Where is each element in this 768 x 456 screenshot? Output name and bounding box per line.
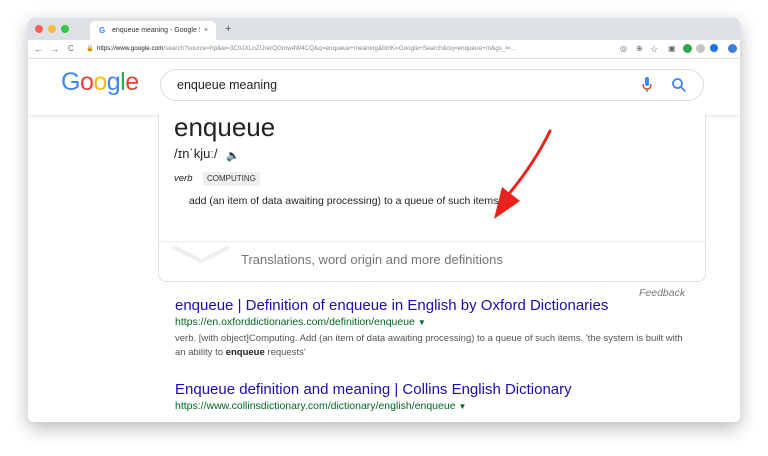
zoom-icon[interactable]: ⊕ [636, 40, 643, 58]
result-url[interactable]: https://en.oxforddictionaries.com/defini… [175, 316, 687, 328]
result-url-text: https://en.oxforddictionaries.com/defini… [175, 316, 415, 328]
dropdown-triangle-icon[interactable]: ▼ [418, 318, 426, 327]
search-input[interactable]: enqueue meaning [177, 70, 277, 100]
minimize-window-button[interactable] [48, 25, 56, 33]
address-bar[interactable]: 🔒 https://www.google.com/search?source=hp… [86, 43, 616, 55]
lock-icon: 🔒 [86, 45, 94, 52]
search-result: enqueue | Definition of enqueue in Engli… [175, 297, 687, 360]
extension-green-icon[interactable] [683, 44, 692, 53]
snippet-text-end: requests' [264, 347, 306, 358]
microphone-icon[interactable] [642, 77, 652, 93]
definition-text: add (an item of data awaiting processing… [189, 195, 502, 207]
search-box[interactable]: enqueue meaning [160, 69, 704, 101]
tab-google-search[interactable]: G enqueue meaning - Google Se... × [90, 21, 216, 40]
google-favicon-icon: G [99, 26, 106, 35]
search-icon[interactable] [671, 77, 687, 93]
chevron-down-icon [172, 245, 230, 264]
profile-avatar[interactable] [728, 44, 737, 53]
url-path: /search?source=hp&ei=3C0JXLnZIJrerQGmw4W… [163, 45, 516, 52]
logo-letter: g [106, 68, 121, 96]
dictionary-card: enqueue /ɪnˈkjuː/ 🔈 verb COMPUTING add (… [158, 112, 706, 282]
logo-letter: o [93, 68, 107, 96]
url-host: https://www.google.com [96, 45, 164, 52]
close-window-button[interactable] [35, 25, 43, 33]
browser-toolbar: ← → C 🔒 https://www.google.com/search?sou… [28, 40, 740, 59]
search-result: Enqueue definition and meaning | Collins… [175, 381, 572, 412]
extension-icon[interactable]: ▣ [668, 40, 676, 58]
result-title-link[interactable]: Enqueue definition and meaning | Collins… [175, 381, 572, 398]
domain-label: COMPUTING [203, 172, 260, 186]
result-url[interactable]: https://www.collinsdictionary.com/dictio… [175, 400, 572, 412]
maximize-window-button[interactable] [61, 25, 69, 33]
result-snippet: verb. [with object]Computing. Add (an it… [175, 332, 687, 360]
logo-letter: e [125, 68, 139, 96]
tab-title: enqueue meaning - Google Se... [112, 27, 200, 34]
logo-letter: o [79, 68, 94, 96]
speaker-icon[interactable]: 🔈 [226, 149, 240, 162]
snippet-highlight: enqueue [225, 347, 265, 358]
forward-icon[interactable]: → [50, 40, 59, 58]
browser-window: G enqueue meaning - Google Se... × + ← →… [28, 18, 740, 422]
part-of-speech: verb [174, 173, 193, 184]
result-title-link[interactable]: enqueue | Definition of enqueue in Engli… [175, 297, 687, 314]
dropdown-triangle-icon[interactable]: ▼ [459, 402, 467, 411]
tab-close-icon[interactable]: × [204, 21, 208, 40]
bookmark-star-icon[interactable]: ☆ [650, 40, 658, 58]
new-tab-button[interactable]: + [225, 21, 231, 37]
result-url-text: https://www.collinsdictionary.com/dictio… [175, 400, 456, 412]
more-definitions-link[interactable]: Translations, word origin and more defin… [159, 241, 705, 282]
location-icon[interactable]: ◎ [620, 40, 627, 58]
dictionary-word: enqueue [174, 112, 276, 142]
extension-gray-icon[interactable] [696, 44, 705, 53]
back-icon[interactable]: ← [34, 40, 43, 58]
google-logo[interactable]: Google [61, 68, 139, 97]
phonetic-spelling: /ɪnˈkjuː/ [174, 146, 218, 161]
logo-letter: G [61, 68, 80, 96]
annotation-arrow-icon [494, 129, 552, 219]
reload-icon[interactable]: C [68, 40, 74, 58]
tab-strip: G enqueue meaning - Google Se... × + [28, 18, 740, 40]
search-results-page: Google enqueue meaning enqueue /ɪnˈkjuː/… [28, 59, 740, 422]
extension-blue-icon[interactable] [710, 44, 718, 52]
google-header: Google enqueue meaning [28, 59, 740, 115]
more-definitions-label: Translations, word origin and more defin… [241, 252, 503, 267]
